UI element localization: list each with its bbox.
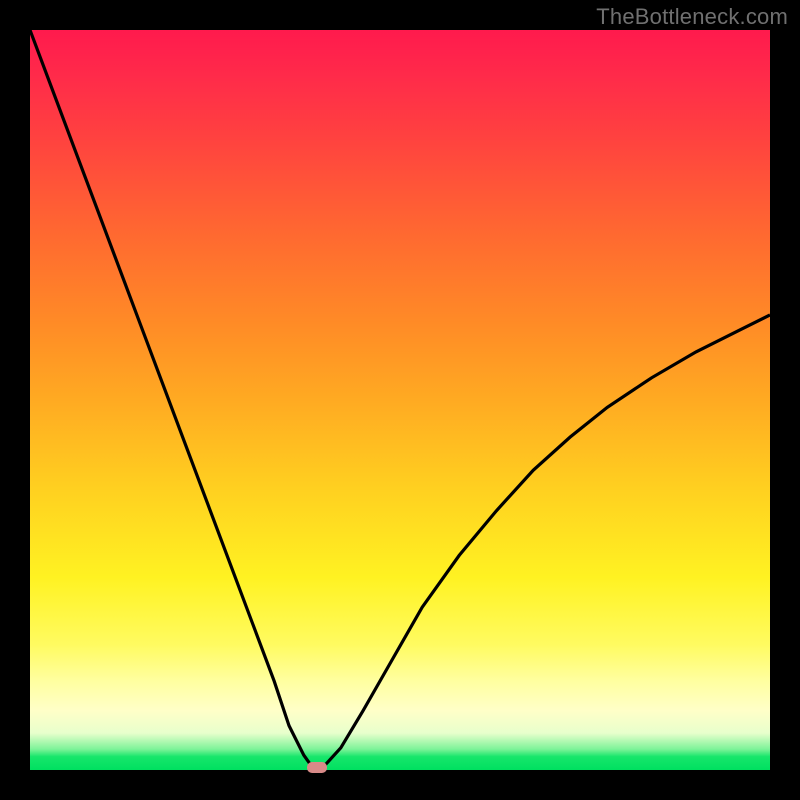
bottleneck-curve-path [30, 30, 770, 770]
minimum-marker [307, 762, 327, 773]
outer-frame: TheBottleneck.com [0, 0, 800, 800]
plot-area [30, 30, 770, 770]
watermark-text: TheBottleneck.com [596, 4, 788, 30]
curve-svg [30, 30, 770, 770]
